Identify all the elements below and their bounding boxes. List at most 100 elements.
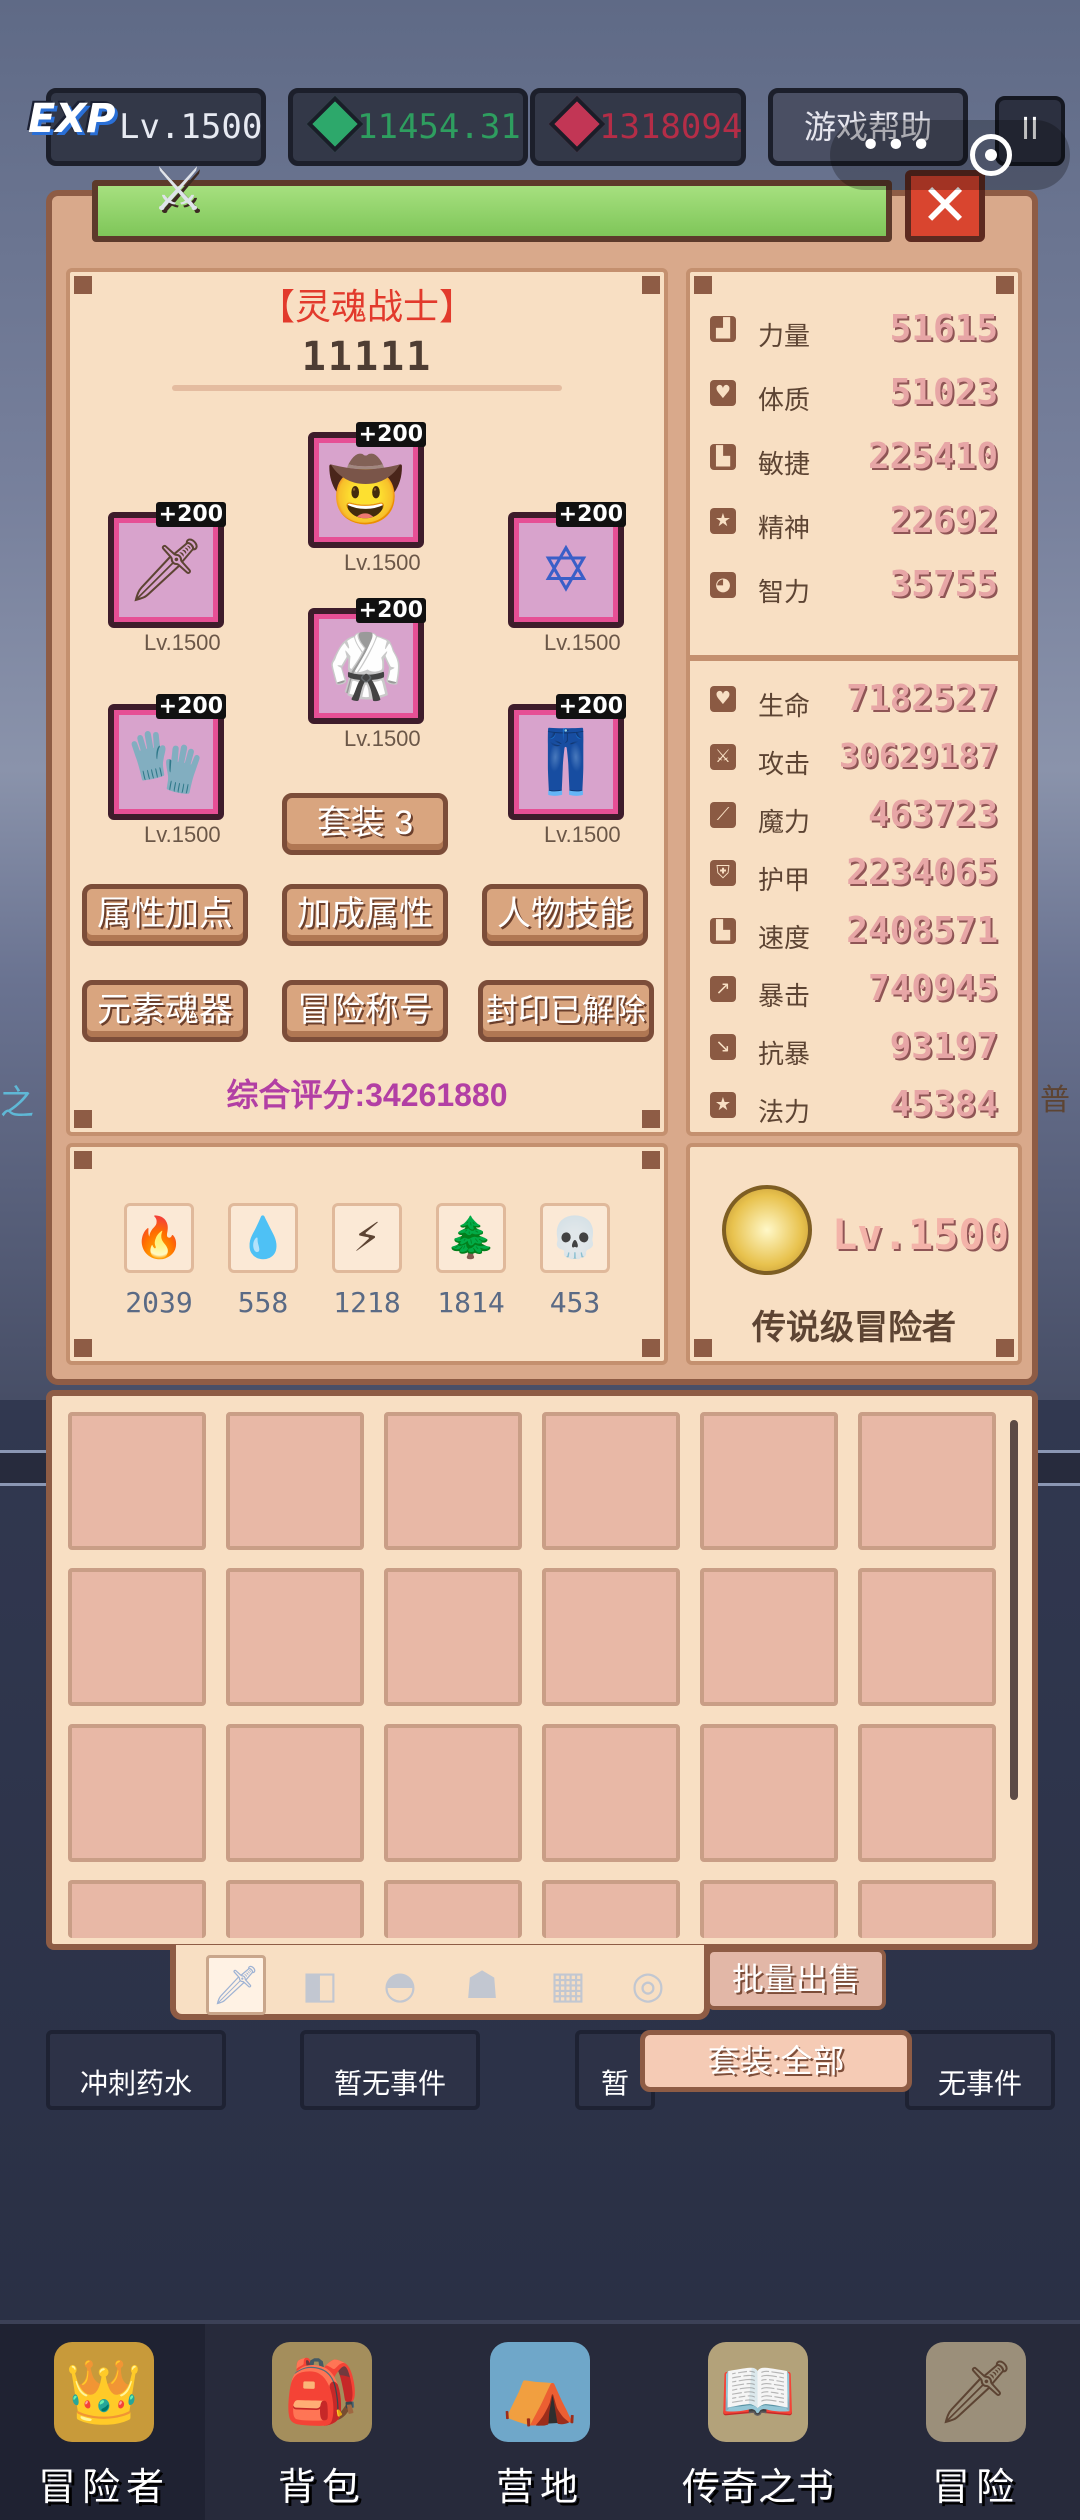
inventory-slot[interactable] [858,1724,996,1862]
equip-slot-armor[interactable]: 🥋 +200 [308,598,426,724]
inventory-slot[interactable] [226,1412,364,1550]
inventory-slot[interactable] [68,1568,206,1706]
exit-miniapp-icon[interactable] [970,134,1012,176]
star-icon: ★ [710,1092,736,1118]
tab-helmet-icon[interactable]: ◓ [370,1960,430,2010]
inventory-slot[interactable] [226,1568,364,1706]
nav-camp[interactable]: ⛺ 营地 [440,2330,640,2510]
inventory-slot[interactable] [542,1412,680,1550]
shield-icon: ⛨ [710,860,736,886]
crown-icon: 👑 [54,2342,154,2442]
legendary-badge-icon [722,1185,812,1275]
character-class: 【灵魂战士】 [258,286,475,327]
stat-crit: ↗ 暴击 740945 [706,966,1002,1012]
fire-element-value: 2039 [125,1286,193,1319]
frame-corner [642,1151,660,1169]
dark-element-value: 453 [549,1286,601,1319]
frame-corner [74,1151,92,1169]
sword-icon: ⚔ [710,744,736,770]
inventory-slot[interactable] [858,1412,996,1550]
inventory-slot[interactable] [68,1412,206,1550]
equip-slot-amulet[interactable]: ✡ +200 [508,502,626,628]
tab-chest-icon[interactable]: ☗ [452,1960,512,2010]
backpack-icon: 🎒 [272,2342,372,2442]
stat-hp: ♥ 生命 7182527 [706,676,1002,722]
miniapp-capsule[interactable]: ••• [830,120,1070,190]
red-gem-amount: 1318094 [599,107,743,147]
more-menu-icon[interactable]: ••• [860,114,936,178]
attribute-points-button[interactable]: 属性加点 [82,884,248,946]
set-filter-dropdown[interactable]: 套装:全部 [640,2030,912,2092]
lightning-element-icon[interactable]: ⚡ [332,1203,402,1273]
inventory-slot[interactable] [384,1412,522,1550]
water-element-icon[interactable]: 💧 [228,1203,298,1273]
inventory-slot[interactable] [542,1724,680,1862]
inventory-slot[interactable] [700,1568,838,1706]
boot-icon: ▙ [710,918,736,944]
bulk-sell-button[interactable]: 批量出售 [706,1948,886,2010]
hat-icon: 🤠 [327,453,405,526]
enhance-badge: +200 [155,694,226,719]
inventory-slot[interactable] [542,1880,680,1938]
inventory-slot[interactable] [384,1568,522,1706]
star-amulet-icon: ✡ [540,533,592,606]
equip-slot-weapon[interactable]: 🗡 +200 [108,502,226,628]
tab-boots-icon[interactable]: ▦ [538,1960,598,2010]
event-slot-4[interactable]: 无事件 [905,2030,1055,2110]
inventory-slot[interactable] [542,1568,680,1706]
character-skills-button[interactable]: 人物技能 [482,884,648,946]
element-soul-button[interactable]: 元素魂器 [82,980,248,1042]
event-slot-2[interactable]: 暂无事件 [300,2030,480,2110]
stats-divider [686,655,1022,661]
nav-backpack[interactable]: 🎒 背包 [222,2330,422,2510]
tab-weapon-icon[interactable]: 🗡 [206,1955,266,2015]
earth-element-value: 1814 [437,1286,505,1319]
stat-crit-resist: ↘ 抗暴 93197 [706,1024,1002,1070]
adventure-title-button[interactable]: 冒险称号 [282,980,448,1042]
crossed-swords-icon: ⚔ [151,155,205,225]
seal-released-button[interactable]: 封印已解除 [478,980,654,1042]
earth-element-icon[interactable]: 🌲 [436,1203,506,1273]
dark-element-icon[interactable]: 💀 [540,1203,610,1273]
event-slot-1[interactable]: 冲刺药水 [46,2030,226,2110]
stat-mana: ★ 法力 45384 [706,1082,1002,1128]
nav-legend-book[interactable]: 📖 传奇之书 [658,2330,858,2510]
equip-slot-pants[interactable]: 👖 +200 [508,694,626,820]
stat-intelligence: ◕ 智力 35755 [706,562,1002,608]
frame-corner [996,276,1014,294]
crit-icon: ↗ [710,976,736,1002]
equip-slot-helmet[interactable]: 🤠 +200 [308,422,426,548]
sword-icon: 🗡 [126,533,206,606]
inventory-slot[interactable] [68,1880,206,1938]
equip-level: Lv.1500 [544,822,621,847]
enhance-badge: +200 [355,598,426,623]
tab-armor-icon[interactable]: ◧ [290,1960,350,2010]
inventory-slot[interactable] [384,1880,522,1938]
inventory-slot[interactable] [226,1880,364,1938]
inventory-scrollbar[interactable] [1010,1420,1018,1800]
inventory-slot[interactable] [700,1880,838,1938]
nav-adventure[interactable]: 🗡 冒险 [876,2330,1076,2510]
star-icon: ★ [710,508,736,534]
equip-level: Lv.1500 [344,726,421,751]
armor-icon: 🥋 [327,629,405,702]
inventory-slot[interactable] [858,1568,996,1706]
bonus-attributes-button[interactable]: 加成属性 [282,884,448,946]
inventory-slot[interactable] [68,1724,206,1862]
inventory-slot[interactable] [700,1724,838,1862]
inventory-slot[interactable] [700,1412,838,1550]
nav-adventurer[interactable]: 👑 冒险者 [4,2330,204,2510]
equip-slot-gloves[interactable]: 🧤 +200 [108,694,226,820]
strength-icon: ▟ [710,316,736,342]
inventory-slot[interactable] [226,1724,364,1862]
inventory-slot[interactable] [384,1724,522,1862]
equip-level: Lv.1500 [544,630,621,655]
frame-corner [694,276,712,294]
tab-ring-icon[interactable]: ◎ [618,1960,678,2010]
sword-icon: 🗡 [926,2342,1026,2442]
frame-corner [74,1339,92,1357]
set-bonus-button[interactable]: 套装 3 [282,793,448,855]
fire-element-icon[interactable]: 🔥 [124,1203,194,1273]
enhance-badge: +200 [355,422,426,447]
inventory-slot[interactable] [858,1880,996,1938]
